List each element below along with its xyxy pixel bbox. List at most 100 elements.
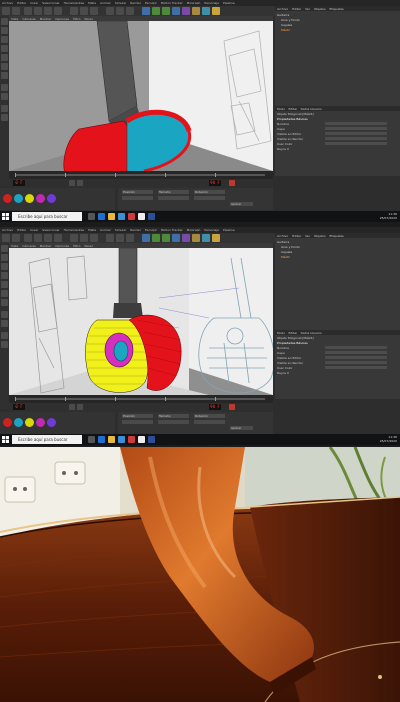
play-icon[interactable]: [77, 180, 83, 186]
cloner-icon[interactable]: [172, 7, 180, 15]
app-icon[interactable]: [128, 213, 135, 220]
material-swatch[interactable]: [3, 418, 12, 427]
x-axis-icon[interactable]: [70, 234, 78, 242]
light-icon[interactable]: [212, 7, 220, 15]
edges-mode-icon[interactable]: [1, 290, 8, 297]
frame-start-field[interactable]: 0 F: [13, 404, 25, 410]
object-row[interactable]: Aros y fondo: [281, 18, 300, 22]
task-view-icon[interactable]: [88, 436, 95, 443]
material-swatch[interactable]: [47, 194, 56, 203]
cloner-icon[interactable]: [172, 234, 180, 242]
file-explorer-icon[interactable]: [108, 436, 115, 443]
app-icon[interactable]: [128, 436, 135, 443]
panel-tab[interactable]: Editar: [290, 234, 303, 239]
z-axis-icon[interactable]: [90, 234, 98, 242]
coord-field[interactable]: [158, 196, 189, 200]
cinema4d-icon[interactable]: [148, 436, 155, 443]
chrome-icon[interactable]: [138, 213, 145, 220]
move-icon[interactable]: [34, 234, 42, 242]
viewport-perspective[interactable]: Vista Cámaras Mostrar Opciones Filtro Panel: [9, 243, 273, 395]
select-icon[interactable]: [24, 7, 32, 15]
panel-tab[interactable]: Ver: [303, 234, 312, 239]
render-view-icon[interactable]: [106, 234, 114, 242]
camera-icon[interactable]: [202, 234, 210, 242]
frame-end-field[interactable]: 90 F: [209, 180, 221, 186]
lock-icon[interactable]: [1, 341, 8, 348]
object-row[interactable]: Cejuela: [281, 23, 292, 27]
file-explorer-icon[interactable]: [108, 213, 115, 220]
lock-icon[interactable]: [1, 114, 8, 121]
attr-name-row[interactable]: Nombre: [277, 346, 395, 350]
camera-icon[interactable]: [202, 7, 210, 15]
texture-mode-icon[interactable]: [1, 263, 8, 270]
windows-start-icon[interactable]: [2, 436, 9, 443]
render-icon[interactable]: [116, 7, 124, 15]
move-icon[interactable]: [34, 7, 42, 15]
system-clock[interactable]: 11:36 25/07/2020: [380, 435, 397, 443]
x-axis-icon[interactable]: [70, 7, 78, 15]
coord-field[interactable]: [122, 196, 153, 200]
nurbs-icon[interactable]: [162, 7, 170, 15]
material-swatch[interactable]: [14, 418, 23, 427]
workplane-icon[interactable]: [1, 45, 8, 52]
axis-mode-icon[interactable]: [1, 311, 8, 318]
material-swatch[interactable]: [25, 418, 34, 427]
redo-icon[interactable]: [12, 7, 20, 15]
attr-use-color-row[interactable]: Usar Color: [277, 142, 395, 146]
snap-icon[interactable]: [1, 332, 8, 339]
attr-use-color-row[interactable]: Usar Color: [277, 366, 395, 370]
coord-field[interactable]: [194, 420, 225, 424]
scene-icon[interactable]: [192, 234, 200, 242]
scale-icon[interactable]: [44, 7, 52, 15]
material-swatch[interactable]: [25, 194, 34, 203]
attr-visible-render-row[interactable]: Visible en Render: [277, 137, 395, 141]
z-axis-icon[interactable]: [90, 7, 98, 15]
points-mode-icon[interactable]: [1, 54, 8, 61]
attr-visible-editor-row[interactable]: Visible en Editor: [277, 356, 395, 360]
attr-xray-row[interactable]: Rayos X: [277, 371, 395, 375]
apply-button[interactable]: Aplicar: [230, 202, 253, 206]
redo-icon[interactable]: [12, 234, 20, 242]
texture-mode-icon[interactable]: [1, 36, 8, 43]
object-row-selected[interactable]: Mástil: [281, 28, 290, 32]
make-editable-icon[interactable]: [1, 245, 8, 252]
model-mode-icon[interactable]: [1, 254, 8, 261]
deformer-icon[interactable]: [182, 7, 190, 15]
coord-field[interactable]: [158, 420, 189, 424]
deformer-icon[interactable]: [182, 234, 190, 242]
attributes-tab[interactable]: Modo: [275, 331, 285, 335]
edge-icon[interactable]: [98, 436, 105, 443]
material-swatch[interactable]: [14, 194, 23, 203]
spline-icon[interactable]: [152, 7, 160, 15]
points-mode-icon[interactable]: [1, 281, 8, 288]
attributes-tab[interactable]: Modo: [275, 107, 285, 111]
windows-start-icon[interactable]: [2, 213, 9, 220]
undo-icon[interactable]: [2, 234, 10, 242]
spline-icon[interactable]: [152, 234, 160, 242]
play-icon[interactable]: [77, 404, 83, 410]
attr-xray-row[interactable]: Rayos X: [277, 147, 395, 151]
panel-tab[interactable]: Archivo: [275, 7, 290, 12]
store-icon[interactable]: [118, 213, 125, 220]
panel-tab[interactable]: Objetos: [312, 234, 328, 239]
light-icon[interactable]: [212, 234, 220, 242]
render-settings-icon[interactable]: [126, 234, 134, 242]
nurbs-icon[interactable]: [162, 234, 170, 242]
frame-end-field[interactable]: 90 F: [209, 404, 221, 410]
polygons-mode-icon[interactable]: [1, 299, 8, 306]
timeline[interactable]: [9, 395, 273, 403]
object-row[interactable]: Guitarra: [277, 240, 289, 244]
workplane-icon[interactable]: [1, 272, 8, 279]
panel-tab[interactable]: Etiquetas: [328, 7, 346, 12]
y-axis-icon[interactable]: [80, 234, 88, 242]
model-mode-icon[interactable]: [1, 27, 8, 34]
taskbar-search-input[interactable]: Escribe aquí para buscar: [12, 212, 82, 221]
cube-icon[interactable]: [142, 234, 150, 242]
frame-start-field[interactable]: 0 F: [13, 180, 25, 186]
y-axis-icon[interactable]: [80, 7, 88, 15]
viewport-perspective[interactable]: Vista Cámaras Mostrar Opciones Filtro Panel: [9, 16, 273, 171]
system-clock[interactable]: 11:36 25/07/2020: [380, 212, 397, 220]
task-view-icon[interactable]: [88, 213, 95, 220]
attr-visible-editor-row[interactable]: Visible en Editor: [277, 132, 395, 136]
object-row[interactable]: Cejuela: [281, 250, 292, 254]
